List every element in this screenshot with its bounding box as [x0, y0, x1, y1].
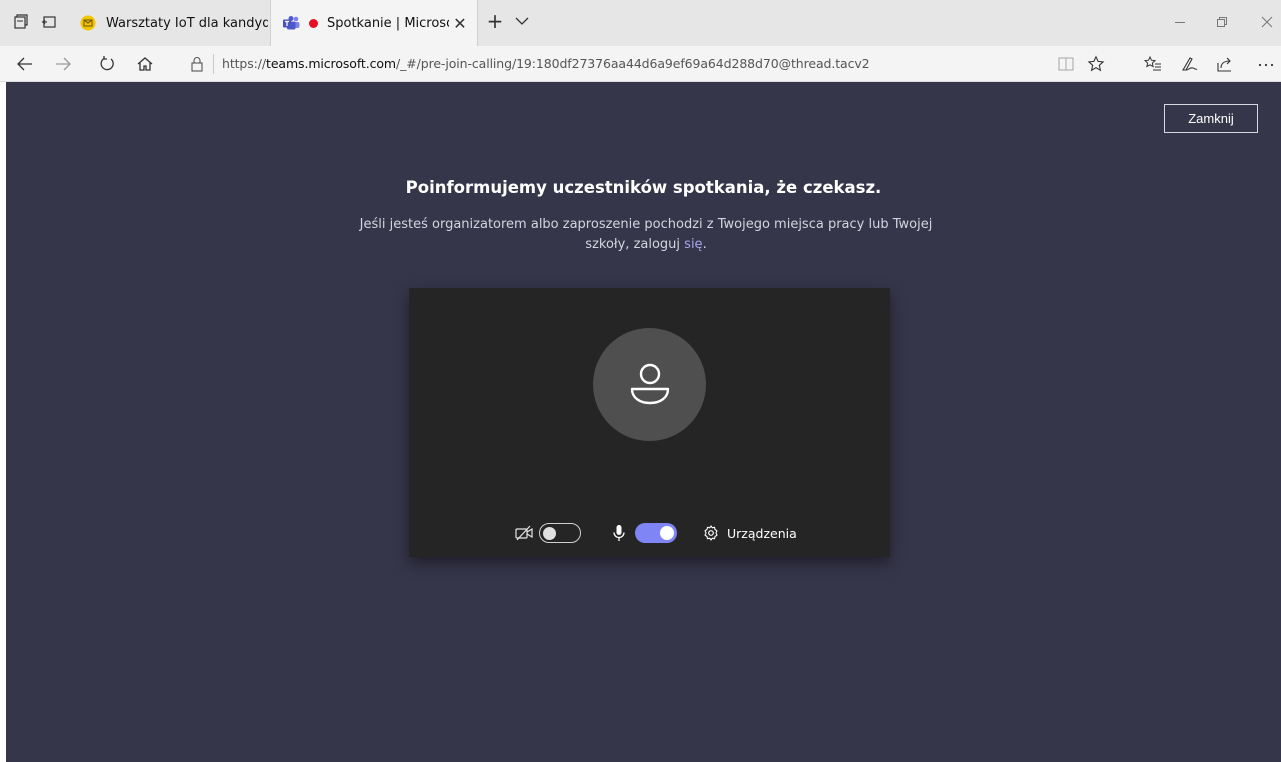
microphone-toggle[interactable] [635, 523, 677, 543]
devices-label: Urządzenia [727, 525, 797, 541]
browser-address-bar: https://teams.microsoft.com/_#/pre-join-… [0, 46, 1281, 82]
sign-in-link[interactable]: się [684, 237, 702, 252]
restore-icon[interactable] [1208, 10, 1236, 34]
tab-spotkanie[interactable]: Spotkanie | Microsoft Teams ✕ [270, 0, 478, 46]
tab-set-aside-icon[interactable] [9, 10, 33, 34]
favorite-star-icon[interactable] [1085, 53, 1107, 75]
close-button[interactable]: Zamknij [1164, 104, 1258, 133]
close-window-icon[interactable] [1253, 10, 1281, 34]
back-icon[interactable] [14, 53, 36, 75]
sign-in-hint-text: szkoły, zaloguj [585, 237, 681, 252]
more-icon[interactable] [1255, 53, 1277, 75]
camera-off-icon [515, 525, 533, 541]
page-title: Poinformujemy uczestników spotkania, że … [405, 178, 882, 197]
microphone-control [613, 518, 677, 548]
sign-in-hint-line2: szkoły, zaloguj się. [346, 235, 946, 255]
forward-icon[interactable] [52, 53, 74, 75]
url-separator [213, 53, 214, 74]
video-preview: Urządzenia [409, 288, 890, 557]
lock-icon [189, 56, 205, 72]
sign-in-hint-period: . [702, 237, 707, 252]
reading-view-icon[interactable] [1055, 53, 1077, 75]
url-text: https://teams.microsoft.com/_#/pre-join-… [222, 56, 870, 71]
microphone-icon [613, 524, 625, 542]
teams-favicon-icon [283, 15, 300, 31]
tab-title: Spotkanie | Microsoft Teams [327, 15, 449, 31]
url-field[interactable]: https://teams.microsoft.com/_#/pre-join-… [183, 50, 1048, 77]
sign-in-hint: Jeśli jesteś organizatorem albo zaprosze… [346, 215, 946, 255]
share-icon[interactable] [1214, 53, 1236, 75]
tab-dropdown-icon[interactable] [514, 13, 530, 29]
avatar [593, 328, 706, 441]
device-controls: Urządzenia [409, 518, 890, 548]
sign-in-hint-line1: Jeśli jesteś organizatorem albo zaprosze… [359, 217, 933, 232]
minimize-icon[interactable] [1166, 10, 1194, 34]
new-tab-icon[interactable]: + [484, 10, 506, 32]
home-icon[interactable] [134, 53, 156, 75]
refresh-icon[interactable] [96, 53, 118, 75]
devices-button[interactable]: Urządzenia [703, 518, 797, 548]
url-path: /_#/pre-join-calling/19:180df27376aa44d6… [395, 56, 870, 71]
browser-tab-strip: Warsztaty IoT dla kandydatów Spotkanie |… [0, 0, 1281, 46]
tab-preview-icon[interactable] [37, 10, 61, 34]
tab-warsztaty[interactable]: Warsztaty IoT dla kandydatów [68, 0, 268, 46]
tab-close-icon[interactable]: ✕ [449, 14, 471, 33]
person-icon [630, 363, 669, 404]
pen-icon[interactable] [1178, 53, 1200, 75]
recording-dot-icon [309, 18, 318, 28]
mail-favicon-icon [80, 15, 96, 31]
camera-control [515, 518, 581, 548]
favorites-hub-icon[interactable] [1142, 53, 1164, 75]
url-scheme: https:// [222, 56, 267, 71]
teams-prejoin-page: Zamknij Poinformujemy uczestników spotka… [6, 82, 1281, 762]
camera-toggle[interactable] [539, 523, 581, 543]
gear-icon [703, 525, 719, 541]
tab-title: Warsztaty IoT dla kandydatów [106, 15, 268, 31]
url-host: teams.microsoft.com [266, 56, 396, 71]
